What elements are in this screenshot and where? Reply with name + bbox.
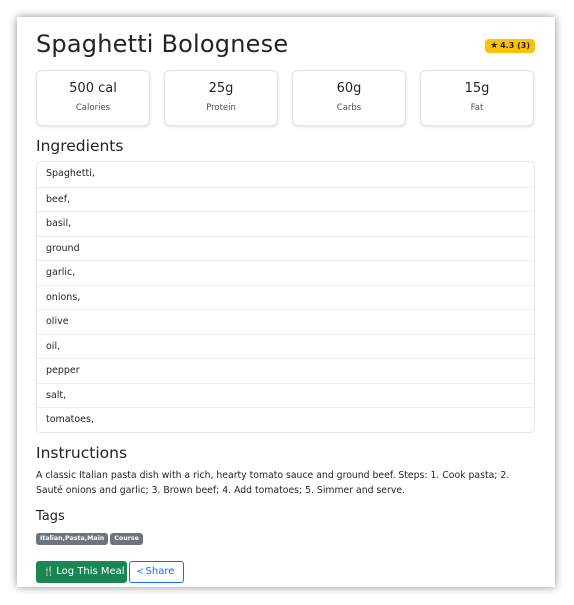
instructions-text: A classic Italian pasta dish with a rich… [36, 470, 510, 496]
list-item: salt, [37, 382, 534, 408]
list-item: ground [37, 235, 534, 261]
share-icon: ≺ [136, 567, 144, 577]
nutrient-card-calories: 500 cal Calories [36, 70, 150, 126]
log-meal-button[interactable]: 🍴 Log This Meal [36, 561, 127, 583]
list-item: onions, [37, 284, 534, 310]
list-item: oil, [37, 333, 534, 359]
nutrient-value: 15g [464, 81, 490, 96]
log-meal-label: Log This Meal [56, 566, 125, 577]
nutrient-card-carbs: 60g Carbs [292, 70, 406, 126]
recipe-title: Spaghetti Bolognese [36, 30, 289, 58]
list-item: olive [37, 309, 534, 334]
recipe-card: Spaghetti Bolognese ★ 4.3 (3) 500 cal Cal… [18, 18, 554, 587]
list-item: beef, [37, 186, 534, 212]
recipe-header: Spaghetti Bolognese ★ 4.3 (3) [36, 27, 535, 61]
list-item: garlic, [37, 260, 534, 285]
tags-heading: Tags [36, 509, 65, 524]
tag-badge: Course [110, 533, 143, 545]
tag-badge: Italian,Pasta,Main [36, 533, 109, 545]
nutrition-summary: 500 cal Calories 25g Protein 60g Carbs 1… [36, 70, 535, 127]
list-item: basil, [37, 211, 534, 236]
list-item: Spaghetti, [46, 168, 95, 179]
rating-badge: ★ 4.3 (3) [485, 39, 535, 53]
star-icon: ★ [490, 41, 499, 51]
tag-list: Italian,Pasta,Main Course [36, 533, 145, 545]
list-item: tomatoes, [37, 407, 534, 432]
utensils-icon: 🍴 [43, 567, 55, 577]
rating-label: 4.3 (3) [500, 41, 530, 50]
nutrient-label: Protein [206, 103, 236, 113]
recipe-window: Spaghetti Bolognese ★ 4.3 (3) 500 cal Cal… [17, 17, 555, 587]
ingredients-heading: Ingredients [36, 137, 124, 155]
nutrient-label: Carbs [336, 103, 362, 113]
nutrient-label: Calories [75, 103, 111, 113]
ingredients-list: Spaghetti, beef, basil, ground garlic, o… [36, 161, 535, 434]
list-item: pepper [37, 358, 534, 383]
nutrient-label: Fat [470, 103, 484, 113]
share-label: Share [145, 566, 175, 577]
nutrient-value: 25g [208, 81, 234, 96]
nutrient-card-fat: 15g Fat [420, 70, 534, 126]
instructions-heading: Instructions [36, 444, 128, 462]
share-button[interactable]: ≺ Share [129, 561, 184, 583]
nutrient-value: 500 cal [69, 81, 117, 96]
nutrient-value: 60g [336, 81, 362, 96]
nutrient-card-protein: 25g Protein [164, 70, 278, 126]
